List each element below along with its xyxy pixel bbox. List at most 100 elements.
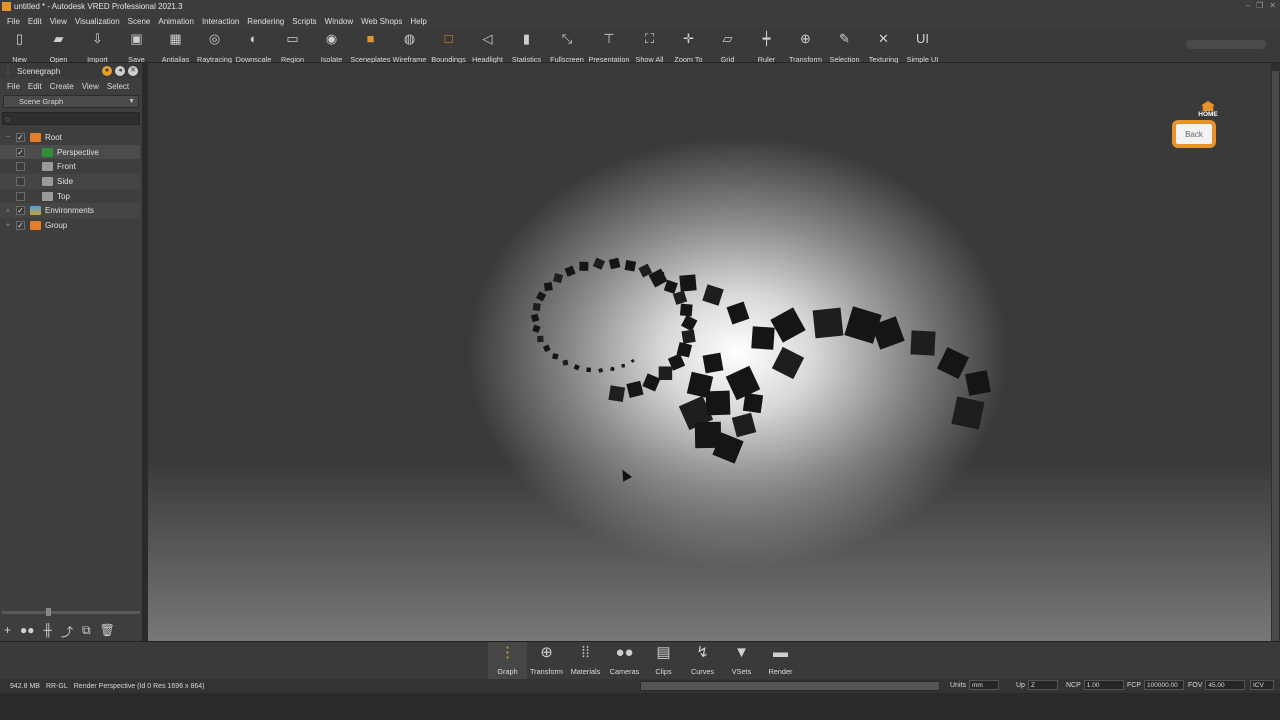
close-icon[interactable]: ✕ [1269,1,1276,10]
toolbar-statistics-button[interactable]: ▮ Statistics [507,29,546,64]
node-type-icon [30,132,41,142]
scenegraph-menu-view[interactable]: View [82,82,99,91]
menu-scripts[interactable]: Scripts [292,17,316,26]
menu-help[interactable]: Help [410,17,426,26]
menu-window[interactable]: Window [325,17,353,26]
zoom-slider[interactable] [2,608,140,616]
scenegraph-menu-create[interactable]: Create [50,82,74,91]
toolbar-raytracing-button[interactable]: ◎ Raytracing [195,29,234,64]
tree-node-root[interactable]: − ✓ Root [0,130,140,145]
tree-node-perspective[interactable]: ✓ Perspective [0,144,140,160]
tree-node-front[interactable]: Front [0,159,140,174]
toolbar-antialias-button[interactable]: ▦ Antialias [156,29,195,64]
dock-graph-button[interactable]: ⋮ Graph [488,642,527,680]
toolbar-isolate-button[interactable]: ◉ Isolate [312,29,351,64]
tree-node-top[interactable]: Top [0,189,140,204]
icv-button[interactable]: ICV [1250,680,1274,690]
toolbar-new-button[interactable]: ▯ New [0,29,39,64]
panel-grip-icon[interactable]: ⋮ [4,67,12,75]
delete-icon[interactable]: 🗑 [100,623,115,640]
tree-node-environments[interactable]: + ✓ Environments [0,203,140,219]
command-line-input[interactable] [640,681,940,691]
menu-view[interactable]: View [50,17,67,26]
duplicate-icon[interactable]: ⧉ [82,623,91,640]
fov-field[interactable]: 45.00 [1205,680,1246,690]
add-node-icon[interactable]: + [4,623,11,640]
toolbar-fullscreen-button[interactable]: ⤡ Fullscreen [546,29,588,64]
toolbar-grid-button[interactable]: ▱ Grid [708,29,747,64]
scenegraph-menu-edit[interactable]: Edit [28,82,42,91]
toolbar-presentation-button[interactable]: ⊤ Presentation [588,29,630,64]
toolbar-texturing-button[interactable]: ✕ Texturing [864,29,903,64]
toolbar-region-button[interactable]: ▭ Region [273,29,312,64]
toolbar-save-button[interactable]: ▣ Save [117,29,156,64]
menu-animation[interactable]: Animation [158,17,194,26]
panel-float-icon[interactable]: ◂ [115,66,125,76]
tree-node-side[interactable]: Side [0,174,140,189]
collapse-icon[interactable]: − [4,133,12,141]
dock-materials-button[interactable]: ⁞⁞ Materials [566,642,605,680]
visibility-checkbox[interactable] [16,162,25,172]
units-select[interactable]: mm [968,680,999,690]
toolbar-import-button[interactable]: ⇩ Import [78,29,117,64]
toolbar-boundings-button[interactable]: □ Boundings [429,29,468,64]
home-button[interactable]: HOME [1197,101,1219,118]
dock-render-button[interactable]: ▬ Render [761,642,800,680]
move-up-icon[interactable]: ⤴ [61,623,73,640]
dock-curves-button[interactable]: ↯ Curves [683,642,722,680]
panel-settings-icon[interactable]: ● [102,66,112,76]
transform-node-icon[interactable]: ╫ [44,623,53,640]
menu-file[interactable]: File [7,17,20,26]
scenegraph-menu-select[interactable]: Select [107,82,129,91]
visibility-checkbox[interactable]: ✓ [16,147,25,157]
visibility-checkbox[interactable]: ✓ [16,220,25,230]
navcube-face-back[interactable]: Back [1172,120,1216,148]
dock-vsets-button[interactable]: ▼ VSets [722,642,761,680]
toolbar-zoom-to-button[interactable]: ✛ Zoom To [669,29,708,64]
navigation-cube[interactable]: HOME Back [1169,101,1219,149]
toolbar-wireframe-button[interactable]: ◍ Wireframe [390,29,429,64]
viewport-scrollbar[interactable] [1271,63,1280,641]
panel-close-icon[interactable]: ✕ [128,66,138,76]
toolbar-show-all-button[interactable]: ⛶ Show All [630,29,669,64]
toolbar-selection-button[interactable]: ✎ Selection [825,29,864,64]
group-icon[interactable]: ●● [20,623,35,640]
scenegraph-filter-input[interactable]: ○ [2,112,140,125]
scenegraph-view-select[interactable]: Scene Graph ▼ [3,95,139,108]
menu-scene[interactable]: Scene [128,17,151,26]
render-viewport[interactable]: HOME Back [148,63,1271,641]
scrollbar-thumb[interactable] [1272,71,1279,641]
scenegraph-menu-file[interactable]: File [7,82,20,91]
menu-interaction[interactable]: Interaction [202,17,239,26]
menu-edit[interactable]: Edit [28,17,42,26]
tree-node-label: Root [45,132,62,142]
toolbar-downscale-button[interactable]: ◐ Downscale [234,29,273,64]
tree-node-group[interactable]: + ✓ Group [0,218,140,233]
visibility-checkbox[interactable]: ✓ [16,206,25,216]
visibility-checkbox[interactable] [16,191,25,201]
restore-icon[interactable]: ❐ [1256,1,1263,10]
ncp-field[interactable]: 1.00 [1083,680,1124,690]
toolbar-sceneplates-button[interactable]: ■ Sceneplates [350,29,390,64]
zoom-slider-knob[interactable] [46,608,51,616]
toolbar-simple-ui-button[interactable]: UI Simple UI [903,29,942,64]
up-axis-select[interactable]: Z [1027,680,1058,690]
dock-clips-button[interactable]: ▤ Clips [644,642,683,680]
expand-icon[interactable]: + [4,206,12,215]
menu-visualization[interactable]: Visualization [75,17,120,26]
menu-web-shops[interactable]: Web Shops [361,17,402,26]
expand-icon[interactable]: + [4,221,12,229]
visibility-checkbox[interactable] [16,176,25,186]
visibility-checkbox[interactable]: ✓ [16,132,25,142]
toolbar-transform-button[interactable]: ⊕ Transform [786,29,825,64]
toolbar-open-button[interactable]: ▰ Open [39,29,78,64]
dock-transform-button[interactable]: ⊕ Transform [527,642,566,680]
minimize-icon[interactable]: – [1246,1,1250,10]
toolbar-search-field[interactable] [1186,40,1266,49]
toolbar-ruler-button[interactable]: ┿ Ruler [747,29,786,64]
scenegraph-view-value: Scene Graph [19,97,64,106]
dock-cameras-button[interactable]: ●● Cameras [605,642,644,680]
toolbar-headlight-button[interactable]: ◁ Headlight [468,29,507,64]
menu-rendering[interactable]: Rendering [247,17,284,26]
fcp-field[interactable]: 100000.00 [1144,680,1184,690]
